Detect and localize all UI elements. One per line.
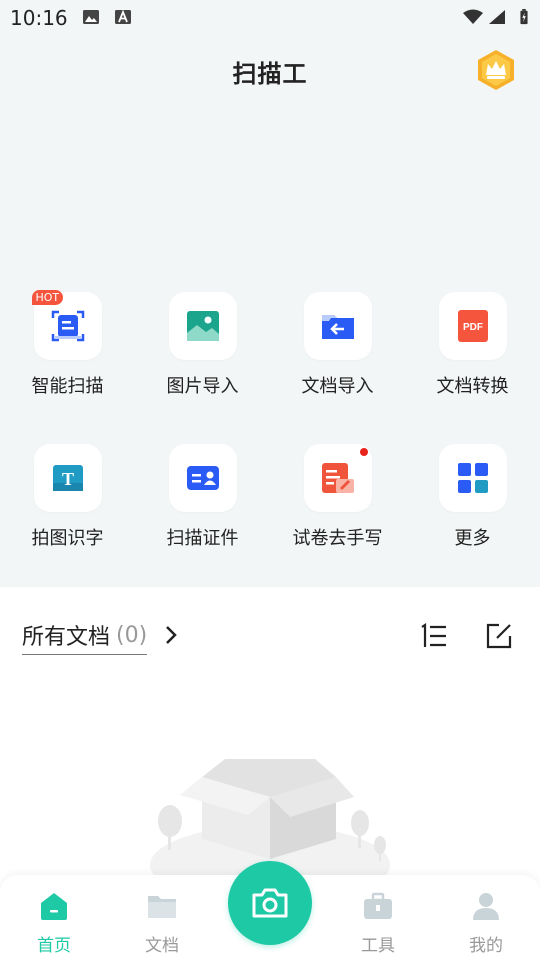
tab-documents[interactable]: 文档 — [122, 891, 202, 956]
folder-icon — [148, 896, 176, 918]
documents-title: 所有文档 — [22, 625, 111, 650]
tab-label: 首页 — [37, 936, 71, 956]
font-notification-icon — [115, 9, 131, 24]
home-icon — [41, 893, 67, 920]
notification-dot — [359, 448, 368, 456]
text-recognition-icon: T — [52, 465, 83, 491]
vip-crown-icon[interactable] — [474, 48, 518, 92]
status-time: 10:16 — [10, 6, 68, 30]
toolbox-icon — [364, 892, 392, 919]
status-bar: 10:16 — [0, 0, 540, 36]
feature-label: 试卷去手写 — [292, 528, 383, 549]
feature-image-import[interactable]: 图片导入 — [135, 292, 270, 398]
feature-label: 扫描证件 — [166, 528, 239, 549]
empty-box-illustration — [150, 759, 390, 877]
feature-label: 更多 — [454, 528, 491, 549]
image-import-icon — [186, 311, 219, 341]
more-grid-icon — [457, 463, 488, 493]
feature-more[interactable]: 更多 — [405, 444, 540, 550]
tab-label: 工具 — [361, 936, 395, 956]
feature-label: 文档导入 — [301, 376, 374, 397]
sort-list-icon[interactable] — [420, 623, 448, 649]
documents-count: (0) — [116, 622, 148, 648]
gallery-notification-icon — [83, 10, 99, 24]
svg-text:PDF: PDF — [463, 322, 483, 333]
exam-remove-handwriting-icon — [321, 463, 354, 493]
tab-tools[interactable]: 工具 — [338, 891, 418, 956]
tab-home[interactable]: 首页 — [14, 891, 94, 956]
svg-text:T: T — [61, 469, 73, 489]
tab-label: 文档 — [145, 936, 179, 956]
feature-text-recognition[interactable]: T 拍图识字 — [0, 444, 135, 550]
tab-label: 我的 — [469, 936, 503, 956]
feature-smart-scan[interactable]: HOT 智能扫描 — [0, 290, 135, 398]
feature-label: 图片导入 — [166, 376, 239, 397]
battery-icon — [520, 9, 528, 25]
feature-label: 智能扫描 — [31, 376, 104, 397]
user-icon — [473, 893, 499, 920]
feature-label: 文档转换 — [436, 376, 509, 397]
pdf-convert-icon: PDF — [457, 310, 488, 342]
feature-id-scan[interactable]: 扫描证件 — [135, 444, 270, 550]
chevron-right-icon[interactable] — [164, 625, 178, 645]
feature-document-import[interactable]: 文档导入 — [270, 292, 405, 398]
hot-badge: HOT — [31, 290, 64, 305]
edit-icon[interactable] — [486, 623, 512, 649]
camera-scan-button[interactable] — [228, 861, 312, 945]
smart-scan-icon — [51, 310, 84, 342]
feature-document-convert[interactable]: PDF 文档转换 — [405, 292, 540, 398]
feature-exam-remove-handwriting[interactable]: 试卷去手写 — [270, 444, 405, 550]
wifi-icon — [463, 9, 483, 24]
signal-icon — [489, 10, 505, 24]
all-documents-header[interactable]: 所有文档 (0) — [22, 619, 148, 655]
feature-label: 拍图识字 — [31, 528, 104, 549]
camera-icon — [252, 888, 288, 918]
app-header: 扫描工 — [0, 44, 540, 92]
page-title: 扫描工 — [232, 60, 308, 88]
tab-profile[interactable]: 我的 — [446, 891, 526, 956]
id-card-scan-icon — [186, 466, 219, 490]
document-import-icon — [321, 315, 354, 339]
